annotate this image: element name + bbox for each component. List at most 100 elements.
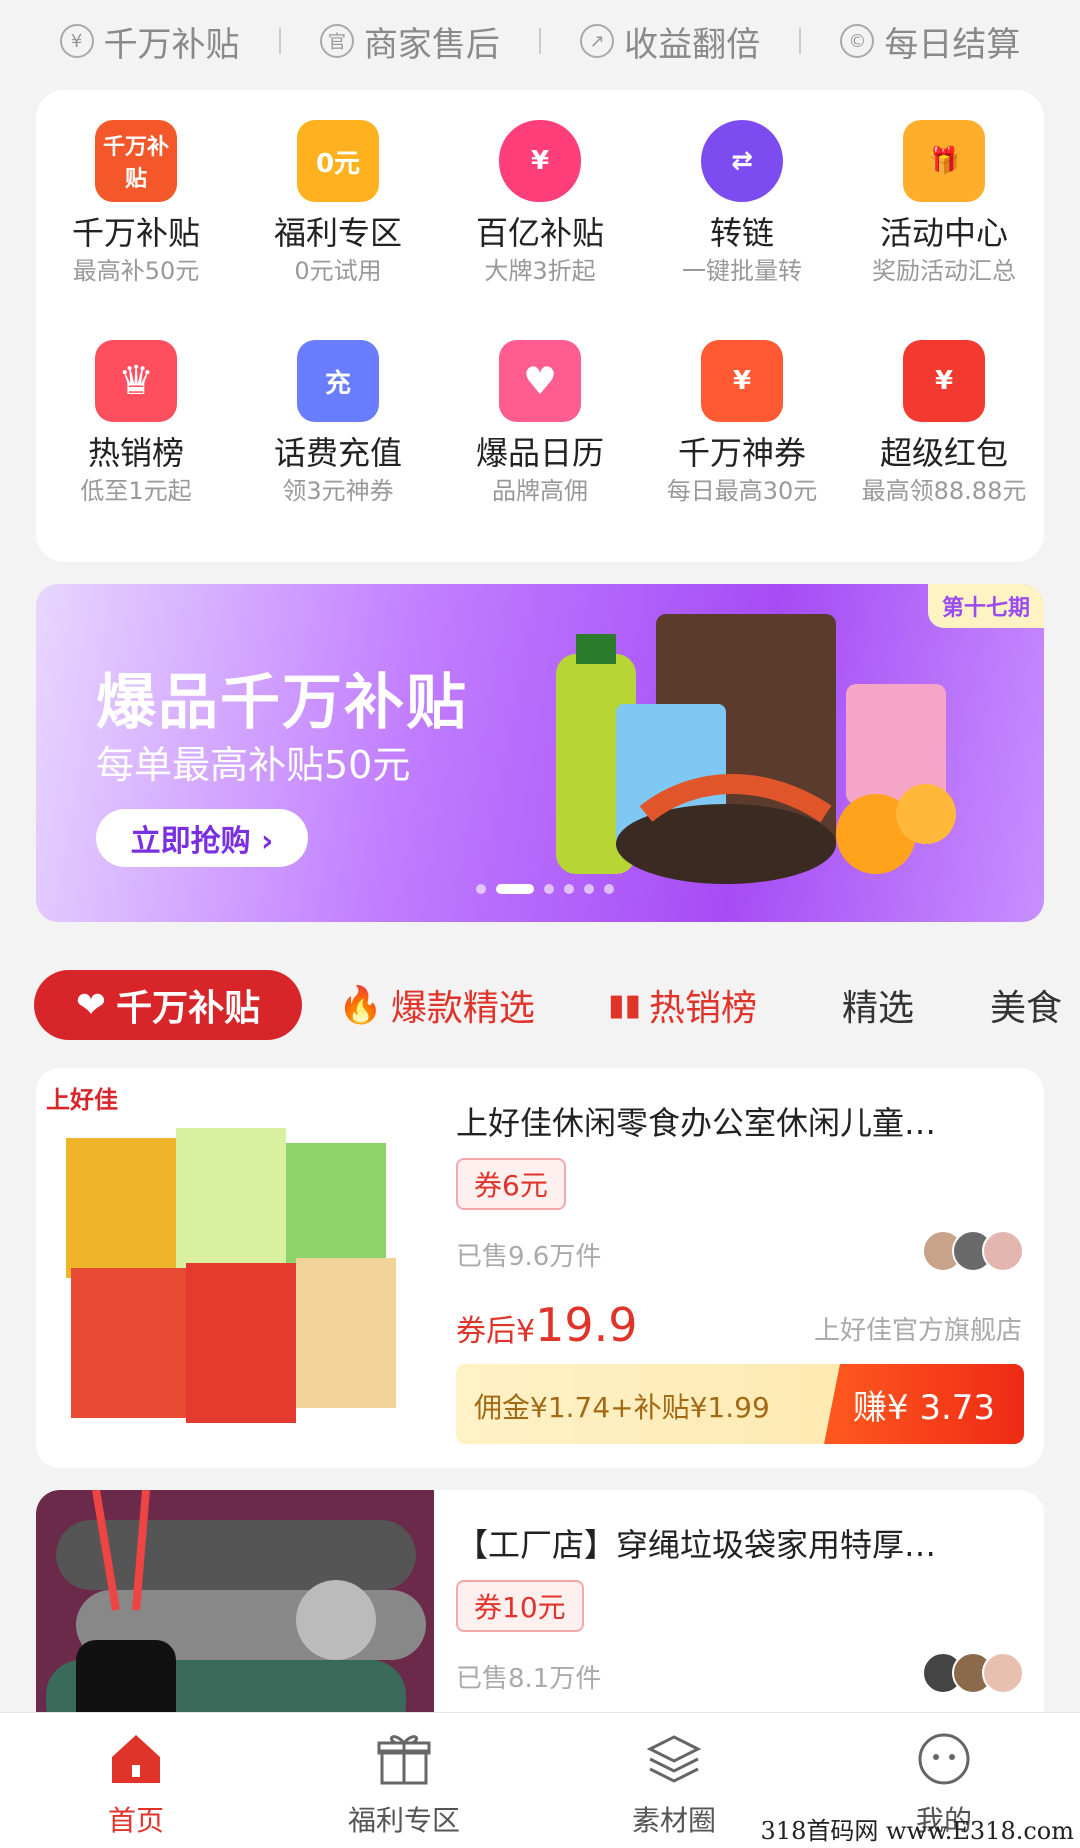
dot: [476, 884, 486, 894]
price: 券后¥19.9: [456, 1298, 638, 1352]
dot: [564, 884, 574, 894]
product-image: [36, 1490, 434, 1750]
trend-icon: ↗: [580, 24, 615, 58]
grid-item-welfare[interactable]: 0元福利专区 0元试用: [238, 120, 438, 288]
tab-featured[interactable]: 精选: [842, 970, 914, 1040]
face-icon: [918, 1733, 970, 1785]
tab-hot-picks[interactable]: 🔥 爆款精选: [338, 970, 535, 1040]
product-image: 上好佳: [36, 1068, 434, 1468]
dot: [584, 884, 594, 894]
settle-icon: ©: [840, 24, 875, 58]
grid-title: 千万补贴: [71, 214, 200, 252]
commission-text: 佣金¥1.74+补贴¥1.99: [474, 1391, 770, 1424]
grid-title: 超级红包: [879, 434, 1008, 472]
tab-label: 爆款精选: [390, 988, 535, 1029]
crown-icon: ♛: [95, 340, 177, 422]
grid-subtitle: 每日最高30元: [666, 477, 818, 505]
feature-aftersales: 官商家售后: [319, 17, 500, 66]
feature-double-income: ↗ 收益翻倍: [580, 17, 760, 66]
price-value: 19.9: [535, 1298, 638, 1352]
avatar: [982, 1652, 1024, 1694]
tab-label: 精选: [842, 988, 915, 1029]
grid-item-hot-list[interactable]: ♛ 热销榜 低至1元起: [36, 340, 236, 508]
brand-logo: 上好佳: [46, 1087, 118, 1114]
calendar-icon: ♥: [499, 340, 581, 422]
grid-subtitle: 领3元神券: [282, 477, 394, 505]
grid-title: 爆品日历: [475, 434, 604, 472]
product-card[interactable]: 上好佳 上好佳休闲零食办公室休闲儿童… 券6元 已售9.6万件 券后¥19.9 …: [36, 1068, 1044, 1468]
product-card[interactable]: 【工厂店】穿绳垃圾袋家用特厚… 券10元 已售8.1万件: [36, 1490, 1044, 1750]
feature-label: 收益翻倍: [624, 24, 761, 65]
shopping-bag-icon: 0元: [297, 120, 379, 202]
product-title: 上好佳休闲零食办公室休闲儿童…: [456, 1104, 937, 1142]
layers-icon: [646, 1735, 702, 1783]
grid-subtitle: 最高领88.88元: [861, 477, 1027, 505]
grid-item-hot-calendar[interactable]: ♥ 爆品日历品牌高佣: [440, 340, 640, 508]
grid-subtitle: 低至1元起: [80, 477, 192, 505]
bottom-nav: 首页 福利专区 素材圈 我的 318首码网 www.E318.com: [0, 1712, 1080, 1848]
grid-subtitle: 0元试用: [294, 257, 382, 285]
grid-title: 百亿补贴: [475, 214, 604, 252]
commission-bar[interactable]: 佣金¥1.74+补贴¥1.99 赚¥ 3.73: [456, 1364, 1024, 1444]
dot: [544, 884, 554, 894]
shop-name[interactable]: 上好佳官方旗舰店: [814, 1310, 1022, 1347]
flame-icon: 🔥: [338, 985, 383, 1026]
tab-bestsellers[interactable]: ▮▮ 热销榜: [608, 970, 757, 1040]
price-prefix: 券后¥: [456, 1314, 536, 1349]
grid-title: 千万神券: [677, 434, 806, 472]
money-bag-icon: ¥: [499, 120, 581, 202]
earn-button[interactable]: 赚¥ 3.73: [824, 1364, 1024, 1444]
carousel-indicator: [476, 884, 614, 894]
bar-chart-icon: ▮▮: [608, 987, 642, 1023]
coupon-badge: 券10元: [456, 1580, 584, 1632]
phone-icon: 充: [297, 340, 379, 422]
tab-label: 美食: [990, 988, 1063, 1029]
divider: [278, 28, 281, 54]
home-icon: [112, 1735, 160, 1783]
product-collage-image: [556, 614, 956, 884]
subsidy-icon: 千万补贴: [95, 120, 177, 202]
banner-subline: 每单最高补贴50元: [96, 743, 411, 787]
gift-box-icon: 🎁: [903, 120, 985, 202]
buyer-avatars: [922, 1652, 1024, 1694]
nav-home[interactable]: 首页: [36, 1729, 236, 1839]
grid-item-billion-subsidy[interactable]: ¥ 百亿补贴大牌3折起: [440, 120, 640, 288]
feature-daily-settle: © 每日结算: [840, 17, 1020, 66]
tab-label: 千万补贴: [116, 988, 261, 1029]
nav-label: 素材圈: [631, 1804, 716, 1837]
ticket-icon: ¥: [701, 340, 783, 422]
nav-material[interactable]: 素材圈: [574, 1729, 774, 1839]
category-tabs: ❤ 千万补贴 🔥 爆款精选 ▮▮ 热销榜 精选 美食: [0, 960, 1080, 1050]
sold-count: 已售8.1万件: [456, 1664, 602, 1694]
grid-title: 福利专区: [273, 214, 402, 252]
promo-banner[interactable]: 第十七期 爆品千万补贴 每单最高补贴50元 立即抢购 ›: [36, 584, 1044, 922]
grid-item-coupons[interactable]: ¥ 千万神券每日最高30元: [642, 340, 842, 508]
grid-subtitle: 最高补50元: [72, 257, 200, 285]
grid-subtitle: 品牌高佣: [492, 477, 588, 505]
convert-icon: ⇄: [701, 120, 783, 202]
buy-now-button[interactable]: 立即抢购 ›: [96, 809, 308, 867]
sold-count: 已售9.6万件: [456, 1242, 602, 1272]
grid-item-red-packet[interactable]: ¥ 超级红包最高领88.88元: [844, 340, 1044, 508]
grid-item-phone-recharge[interactable]: 充话费充值领3元神券: [238, 340, 438, 508]
watermark: 318首码网 www.E318.com: [760, 1817, 1074, 1845]
dot-active: [496, 884, 534, 894]
grid-item-subsidy[interactable]: 千万补贴 千万补贴 最高补50元: [36, 120, 236, 288]
dot: [604, 884, 614, 894]
nav-label: 首页: [107, 1804, 164, 1837]
tab-subsidy[interactable]: ❤ 千万补贴: [34, 970, 302, 1040]
grid-item-convert-link[interactable]: ⇄ 转链 一键批量转: [642, 120, 842, 288]
tab-label: 热销榜: [649, 988, 758, 1029]
red-packet-icon: ¥: [903, 340, 985, 422]
feature-label: 商家售后: [363, 24, 500, 65]
grid-title: 转链: [709, 214, 774, 252]
nav-welfare[interactable]: 福利专区: [304, 1729, 504, 1839]
tab-food[interactable]: 美食: [990, 970, 1062, 1040]
product-title: 【工厂店】穿绳垃圾袋家用特厚…: [456, 1526, 937, 1564]
avatar: [982, 1230, 1024, 1272]
grid-title: 话费充值: [273, 434, 402, 472]
feature-label: 每日结算: [884, 24, 1021, 65]
yen-icon: ¥: [59, 24, 94, 58]
grid-subtitle: 大牌3折起: [484, 257, 596, 285]
grid-item-activity-center[interactable]: 🎁 活动中心 奖励活动汇总: [844, 120, 1044, 288]
